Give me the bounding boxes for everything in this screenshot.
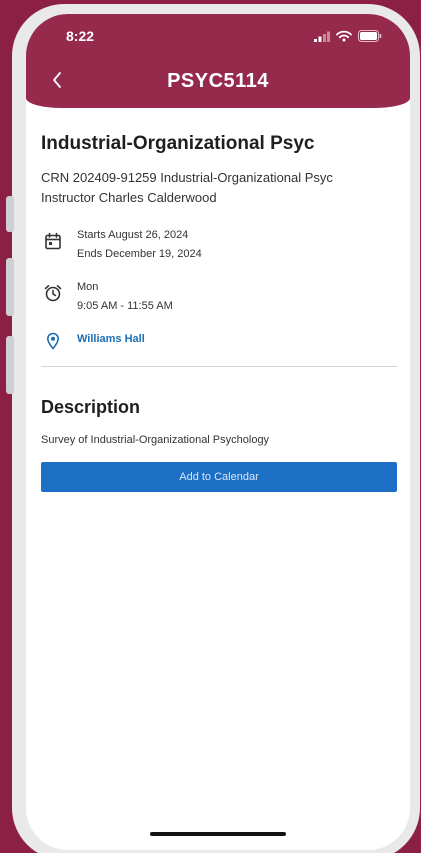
dates-row: Starts August 26, 2024 Ends December 19,… bbox=[41, 226, 397, 264]
battery-icon bbox=[358, 30, 382, 42]
alarm-clock-icon bbox=[41, 284, 65, 302]
meeting-time-row: Mon 9:05 AM - 11:55 AM bbox=[41, 278, 397, 316]
app-screen: 8:22 PSYC5114 Industrial-Organizational … bbox=[26, 14, 410, 850]
end-date: Ends December 19, 2024 bbox=[77, 248, 202, 260]
crn-line: CRN 202409-91259 Industrial-Organization… bbox=[41, 170, 333, 185]
dates-text: Starts August 26, 2024 Ends December 19,… bbox=[77, 226, 202, 264]
side-button bbox=[6, 336, 14, 394]
instructor-line: Instructor Charles Calderwood bbox=[41, 190, 217, 205]
status-bar: 8:22 bbox=[26, 26, 410, 48]
wifi-icon bbox=[336, 30, 352, 42]
meeting-day: Mon bbox=[77, 281, 99, 293]
course-meta: CRN 202409-91259 Industrial-Organization… bbox=[41, 168, 397, 208]
calendar-icon bbox=[41, 232, 65, 250]
meeting-time: 9:05 AM - 11:55 AM bbox=[77, 300, 173, 312]
add-to-calendar-button[interactable]: Add to Calendar bbox=[41, 462, 397, 492]
location-row[interactable]: Williams Hall bbox=[41, 332, 397, 350]
meeting-time-text: Mon 9:05 AM - 11:55 AM bbox=[77, 278, 173, 316]
status-icons bbox=[314, 30, 382, 42]
start-date: Starts August 26, 2024 bbox=[77, 229, 189, 241]
course-name: Industrial-Organizational Psyc bbox=[41, 133, 315, 154]
home-indicator[interactable] bbox=[150, 832, 286, 836]
side-button bbox=[6, 196, 14, 232]
location-link[interactable]: Williams Hall bbox=[77, 330, 145, 349]
app-header: 8:22 PSYC5114 bbox=[26, 14, 410, 108]
signal-icon bbox=[314, 31, 330, 42]
description-text: Survey of Industrial-Organizational Psyc… bbox=[41, 434, 270, 446]
side-button bbox=[6, 258, 14, 316]
course-details: Industrial-Organizational Psyc CRN 20240… bbox=[41, 132, 397, 492]
location-pin-icon bbox=[41, 332, 65, 350]
divider bbox=[41, 366, 397, 367]
page-title: PSYC5114 bbox=[167, 70, 269, 92]
description-heading: Description bbox=[41, 397, 141, 417]
status-time: 8:22 bbox=[66, 28, 95, 44]
